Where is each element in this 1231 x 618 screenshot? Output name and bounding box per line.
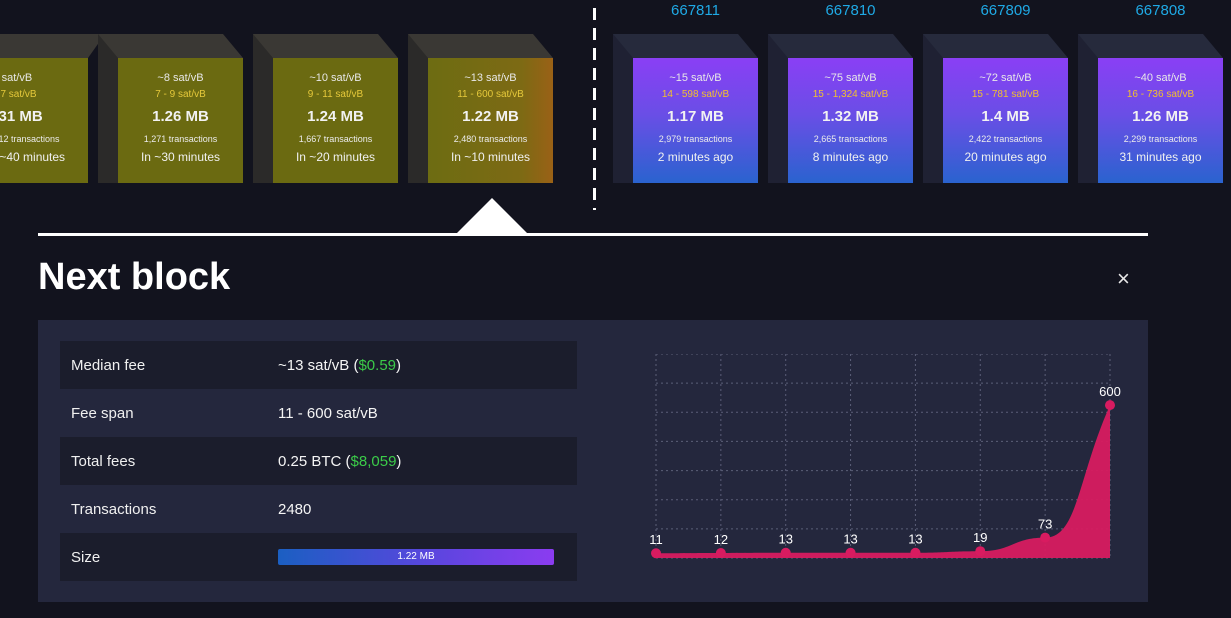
block-age: 20 minutes ago: [964, 150, 1047, 164]
row-median-fee: Median fee ~13 sat/vB ($0.59): [60, 341, 577, 389]
chart-point-label: 73: [1038, 517, 1052, 532]
block-age: 31 minutes ago: [1119, 150, 1202, 164]
block-size: 1.26 MB: [1132, 108, 1189, 125]
block-median-fee: ~13 sat/vB: [464, 72, 517, 84]
median-fee-value: ~13 sat/vB (: [278, 356, 359, 374]
chart-point-label: 12: [714, 532, 728, 547]
block-median-fee: ~8 sat/vB: [157, 72, 204, 84]
block-size: 1.4 MB: [981, 108, 1030, 125]
block-median-fee: ~75 sat/vB: [824, 72, 877, 84]
size-progress-bar: 1.22 MB: [278, 549, 554, 565]
chart-point-label: 19: [973, 530, 987, 545]
block-height-link[interactable]: 667808: [1098, 2, 1223, 19]
section-rule: [38, 233, 1148, 236]
transactions-value: 2480: [278, 500, 312, 518]
row-size: Size 1.22 MB: [60, 533, 577, 581]
block-eta: In ~30 minutes: [140, 150, 221, 164]
row-value: 1.22 MB: [278, 549, 554, 565]
block-size: 1.24 MB: [307, 108, 364, 125]
row-total-fees: Total fees 0.25 BTC ($8,059): [60, 437, 577, 485]
block-median-fee: ~10 sat/vB: [309, 72, 362, 84]
block-height-link[interactable]: 667809: [943, 2, 1068, 19]
mempool-block-next[interactable]: ~13 sat/vB 11 - 600 sat/vB 1.22 MB 2,480…: [408, 34, 553, 183]
row-label: Transactions: [71, 500, 157, 518]
block-transactions: 2,979 transactions: [658, 134, 733, 144]
block-fee-span: 5 - 7 sat/vB: [0, 89, 37, 100]
block-size: 1.32 MB: [822, 108, 879, 125]
mined-block[interactable]: ~72 sat/vB 15 - 781 sat/vB 1.4 MB 2,422 …: [923, 34, 1068, 183]
row-value: 0.25 BTC ($8,059): [278, 453, 401, 470]
chart-point: [651, 548, 661, 559]
row-value: ~13 sat/vB ($0.59): [278, 357, 401, 374]
block-fee-span: 15 - 781 sat/vB: [971, 89, 1040, 100]
block-size: 1.17 MB: [667, 108, 724, 125]
chart-point-label: 13: [778, 532, 792, 547]
block-eta: In ~10 minutes: [450, 150, 531, 164]
block-transactions: 1,667 transactions: [298, 134, 373, 144]
chart-point: [715, 547, 726, 558]
block-median-fee: ~72 sat/vB: [979, 72, 1032, 84]
total-fees-value: 0.25 BTC (: [278, 452, 351, 470]
chart-point: [1040, 532, 1051, 543]
block-size: 1.26 MB: [152, 108, 209, 125]
chart-point: [1105, 400, 1115, 411]
block-fee-span: 7 - 9 sat/vB: [155, 89, 206, 100]
chart-point-label: 600: [1099, 384, 1121, 399]
block-transactions: 2,422 transactions: [968, 134, 1043, 144]
row-transactions: Transactions 2480: [60, 485, 577, 533]
block-detail-table: Median fee ~13 sat/vB ($0.59) Fee span 1…: [60, 341, 577, 581]
block-transactions: 2,299 transactions: [1123, 134, 1198, 144]
block-fee-span: 14 - 598 sat/vB: [661, 89, 730, 100]
block-fee-span: 9 - 11 sat/vB: [307, 89, 364, 100]
block-transactions: 1,912 transactions: [0, 134, 60, 144]
block-eta: In ~40 minutes: [0, 150, 66, 164]
chart-point: [780, 547, 791, 558]
block-fee-span: 16 - 736 sat/vB: [1126, 89, 1195, 100]
block-size: 1.31 MB: [0, 108, 43, 125]
row-label: Fee span: [71, 404, 134, 422]
row-label: Size: [71, 548, 101, 566]
block-median-fee: ~15 sat/vB: [669, 72, 722, 84]
chart-point: [845, 547, 856, 558]
block-median-fee: ~40 sat/vB: [1134, 72, 1187, 84]
paren-close: ): [396, 356, 402, 374]
row-fee-span: Fee span 11 - 600 sat/vB: [60, 389, 577, 437]
chart-point: [975, 546, 986, 557]
page-title: Next block: [38, 256, 231, 298]
block-height-link[interactable]: 667811: [633, 2, 758, 19]
chart-point: [910, 547, 921, 558]
chart-point-label: 13: [908, 532, 922, 547]
mempool-block-2[interactable]: ~10 sat/vB 9 - 11 sat/vB 1.24 MB 1,667 t…: [253, 34, 398, 183]
row-label: Median fee: [71, 356, 146, 374]
block-fee-span: 11 - 600 sat/vB: [457, 89, 524, 100]
block-transactions: 2,665 transactions: [813, 134, 888, 144]
total-fees-fiat: $8,059: [350, 452, 397, 470]
block-transactions: 2,480 transactions: [453, 134, 528, 144]
mempool-divider: [593, 8, 596, 210]
median-fee-fiat: $0.59: [358, 356, 397, 374]
mined-block[interactable]: ~15 sat/vB 14 - 598 sat/vB 1.17 MB 2,979…: [613, 34, 758, 183]
fee-span-value: 11 - 600 sat/vB: [278, 404, 378, 422]
chart-point-labels: 11 12 13 13 13 19 73 600: [649, 384, 1121, 547]
mempool-block-3[interactable]: ~8 sat/vB 7 - 9 sat/vB 1.26 MB 1,271 tra…: [98, 34, 243, 183]
block-age: 8 minutes ago: [812, 150, 889, 164]
mined-block[interactable]: ~75 sat/vB 15 - 1,324 sat/vB 1.32 MB 2,6…: [768, 34, 913, 183]
block-height-link[interactable]: 667810: [788, 2, 913, 19]
chart-point-label: 11: [649, 532, 663, 547]
block-transactions: 1,271 transactions: [143, 134, 218, 144]
fee-distribution-chart: 11 12 13 13 13 19 73 600: [649, 354, 1121, 559]
block-detail-panel: Median fee ~13 sat/vB ($0.59) Fee span 1…: [38, 320, 1148, 602]
block-age: 2 minutes ago: [657, 150, 734, 164]
chart-point-label: 13: [843, 532, 857, 547]
close-icon[interactable]: ×: [1117, 268, 1130, 290]
selected-block-arrow: [457, 198, 527, 233]
block-size: 1.22 MB: [462, 108, 519, 125]
block-fee-span: 15 - 1,324 sat/vB: [812, 89, 889, 100]
block-eta: In ~20 minutes: [295, 150, 376, 164]
mined-block[interactable]: ~40 sat/vB 16 - 736 sat/vB 1.26 MB 2,299…: [1078, 34, 1223, 183]
paren-close: ): [396, 452, 402, 470]
block-median-fee: ~6 sat/vB: [0, 72, 33, 84]
row-label: Total fees: [71, 452, 136, 470]
